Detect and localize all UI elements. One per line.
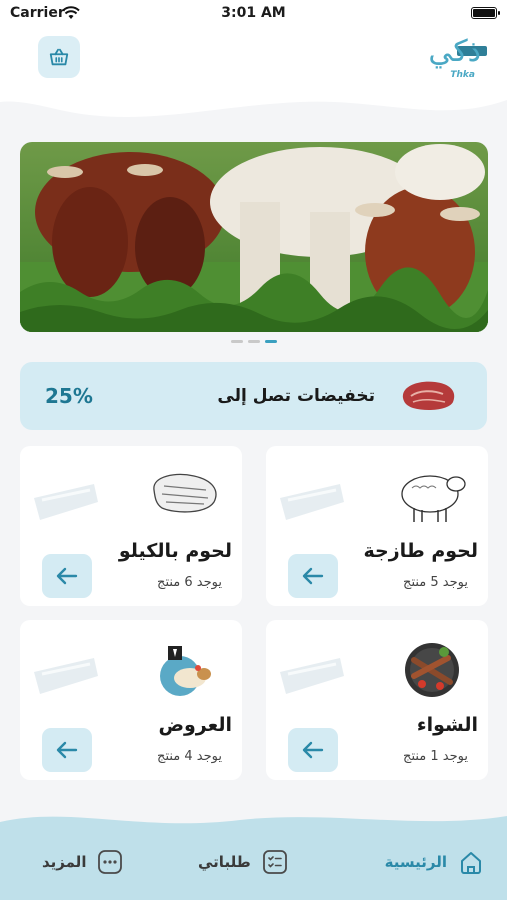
discount-percent: 25% [45,384,93,408]
meat-cut-icon [153,473,217,513]
nav-home-label: الرئيسية [384,853,447,871]
category-title: لحوم بالكيلو [118,540,232,562]
battery-icon [471,7,500,19]
nav-item-more[interactable]: المزيد [42,848,124,876]
nav-more-label: المزيد [42,853,87,871]
discount-label: تخفيضات تصل إلى [217,386,375,406]
basket-icon [49,48,69,66]
brand-logo: ذكي Thka [417,34,487,84]
category-count: يوجد 1 منتج [403,749,468,764]
logo-latin: Thka [450,70,475,80]
home-icon [461,852,481,874]
carousel-dot-active[interactable] [264,340,277,343]
carousel-dot[interactable] [247,340,260,343]
open-category-button[interactable] [42,728,92,772]
header: ذكي Thka [0,28,507,120]
cleaver-watermark-icon [34,658,98,694]
sheep-icon [401,475,466,522]
category-title: العروض [158,714,232,736]
status-bar: Carrier 3:01 AM [0,0,507,28]
more-dots-icon [98,850,123,874]
open-category-button[interactable] [288,728,338,772]
clock: 3:01 AM [221,5,286,21]
steak-icon [402,381,455,410]
cleaver-watermark-icon [280,658,344,694]
arrow-left-icon [56,567,78,585]
cleaver-watermark-icon [280,484,344,520]
category-title: الشواء [416,714,478,736]
nav-orders-label: طلباتي [198,853,251,871]
open-category-button[interactable] [42,554,92,598]
category-card-grill[interactable]: الشواء يوجد 1 منتج [266,620,488,780]
cleaver-watermark-icon [34,484,98,520]
promo-banner[interactable] [20,142,488,332]
carousel-dot[interactable] [230,340,243,343]
orders-list-icon [262,850,287,874]
bottom-navigation: الرئيسية طلباتي المزيد [0,810,507,900]
category-count: يوجد 5 منتج [403,575,468,590]
arrow-left-icon [56,741,78,759]
arrow-left-icon [302,741,324,759]
carousel-indicator[interactable] [0,340,507,346]
discount-strip[interactable]: 25% تخفيضات تصل إلى [20,362,487,430]
nav-item-home[interactable]: الرئيسية [385,848,485,876]
cart-button[interactable] [38,36,80,78]
category-card-offers[interactable]: العروض يوجد 4 منتج [20,620,242,780]
category-title: لحوم طازجة [363,540,478,562]
logo-text: ذكي [428,34,481,69]
arrow-left-icon [302,567,324,585]
category-count: يوجد 4 منتج [157,749,222,764]
category-count: يوجد 6 منتج [157,575,222,590]
open-category-button[interactable] [288,554,338,598]
offers-icon [160,646,211,696]
banner-image [20,142,488,332]
category-card-meat-by-kilo[interactable]: لحوم بالكيلو يوجد 6 منتج [20,446,242,606]
category-card-fresh-meat[interactable]: لحوم طازجة يوجد 5 منتج [266,446,488,606]
grill-plate-icon [405,643,459,697]
nav-item-orders[interactable]: طلباتي [198,848,289,876]
